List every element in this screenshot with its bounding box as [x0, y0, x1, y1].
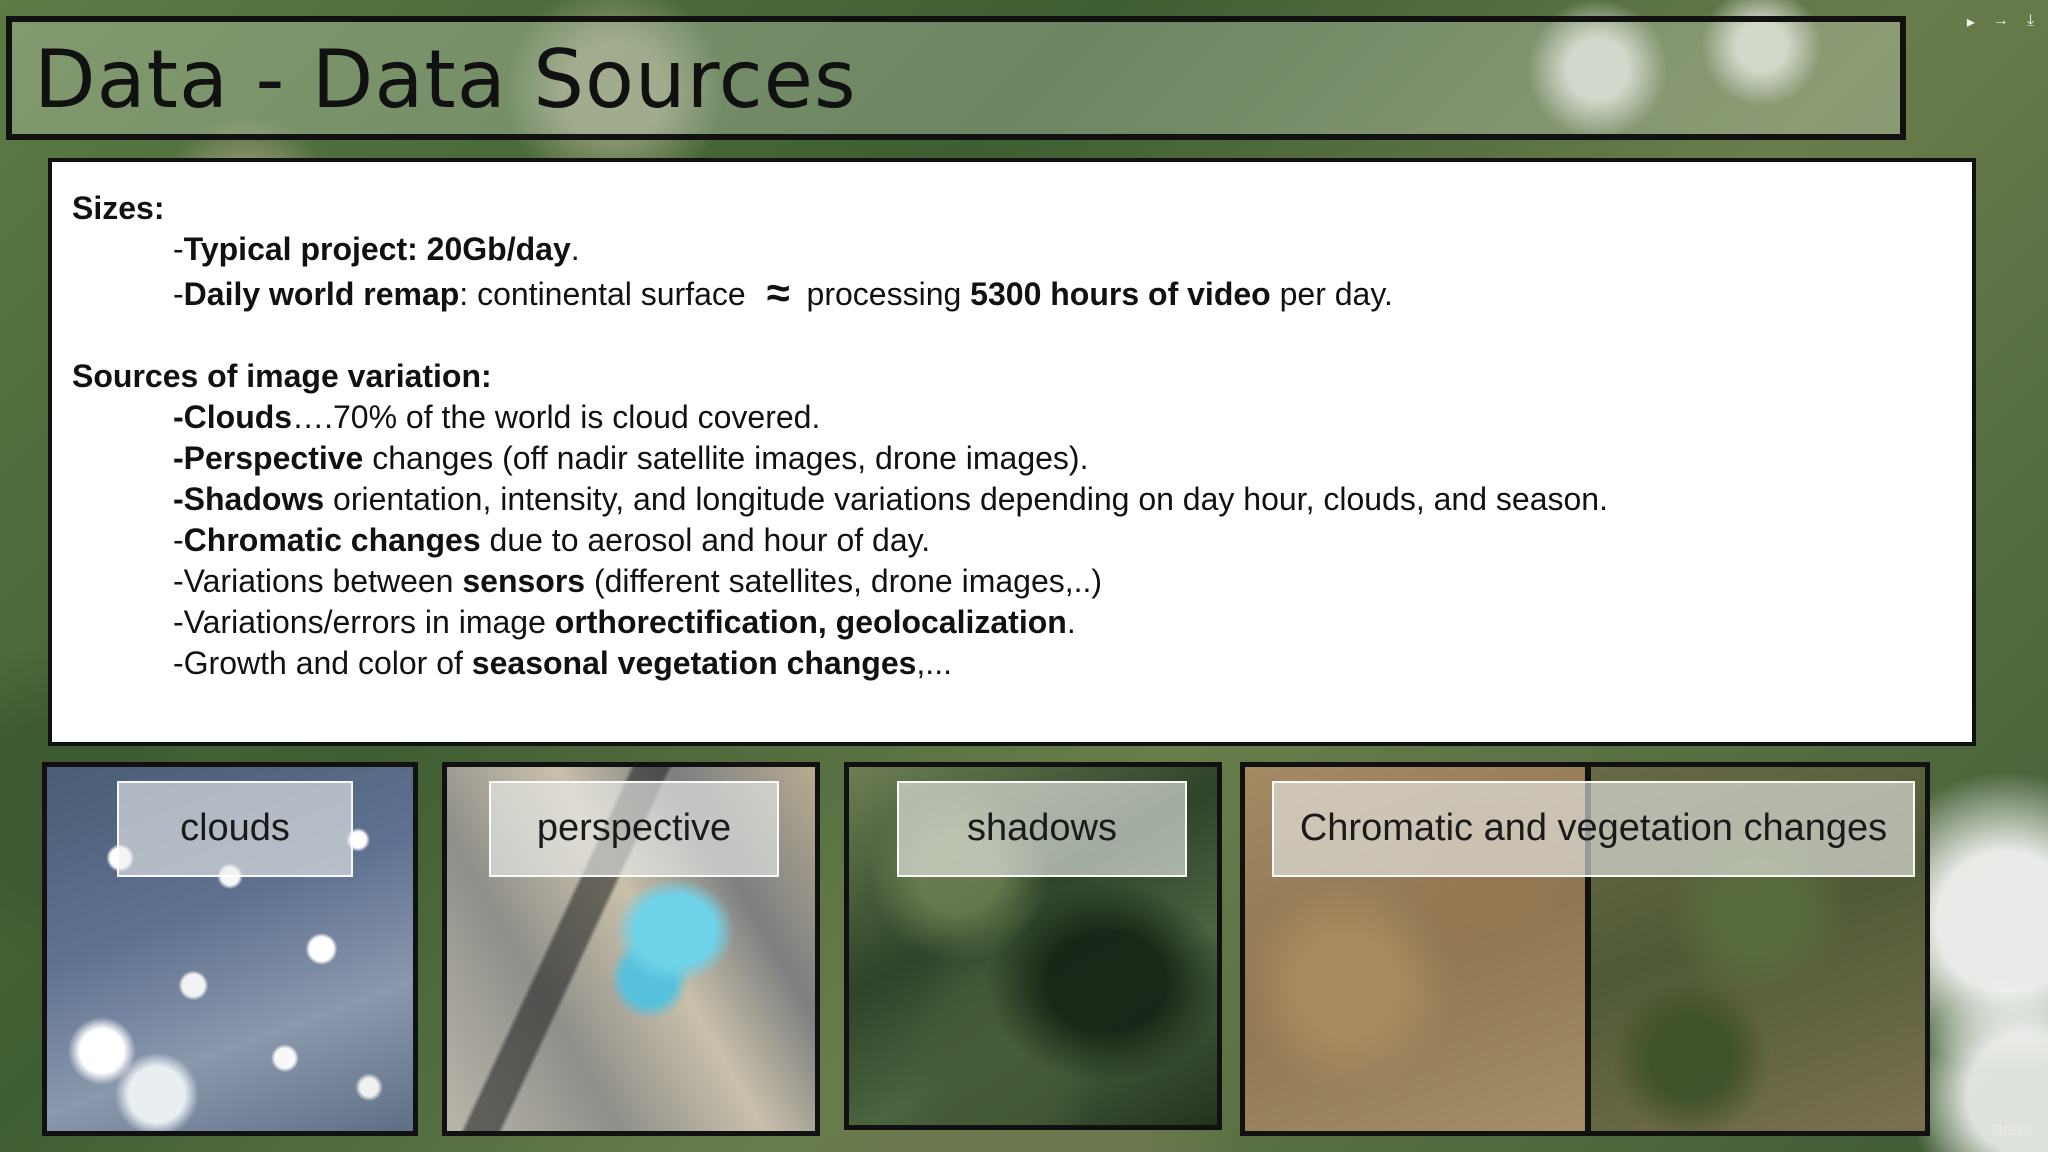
- text: (different satellites, drone images,..): [585, 563, 1103, 599]
- bold-text: -Perspective: [173, 440, 364, 476]
- page-title: Data - Data Sources: [34, 33, 857, 126]
- bold-text: Chromatic changes: [183, 522, 481, 558]
- content-box: Sizes: -Typical project: 20Gb/day. -Daily…: [48, 158, 1976, 746]
- download-icon[interactable]: ⤓: [2027, 12, 2034, 32]
- sizes-list: -Typical project: 20Gb/day. -Daily world …: [72, 229, 1954, 315]
- bold-text: orthorectification, geolocalization: [554, 604, 1067, 640]
- perspective-label: perspective: [489, 781, 779, 877]
- bold-text: sensors: [462, 563, 586, 599]
- text: due to aerosol and hour of day.: [480, 522, 931, 558]
- map-country-label: Brazil: [1991, 1122, 2032, 1139]
- text: -Variations/errors in image: [173, 604, 555, 640]
- text: per day.: [1270, 276, 1393, 312]
- chromatic-image-panel: Chromatic and vegetation changes: [1240, 762, 1930, 1136]
- text: .: [570, 231, 580, 267]
- chromatic-label: Chromatic and vegetation changes: [1272, 781, 1915, 877]
- size-item: -Daily world remap: continental surface …: [173, 270, 1954, 315]
- variation-item: -Variations/errors in image orthorectifi…: [173, 602, 1954, 643]
- play-icon[interactable]: ▸: [1967, 12, 1975, 32]
- text: -: [173, 231, 184, 267]
- variation-list: -Clouds….70% of the world is cloud cover…: [72, 397, 1954, 684]
- size-item: -Typical project: 20Gb/day.: [173, 229, 1954, 270]
- text: ,...: [916, 645, 952, 681]
- bold-text: Typical project: 20Gb/day: [183, 231, 571, 267]
- sizes-heading: Sizes:: [72, 190, 165, 226]
- variation-item: -Growth and color of seasonal vegetation…: [173, 643, 1954, 684]
- next-icon[interactable]: →: [1993, 12, 2009, 32]
- text: orientation, intensity, and longitude va…: [324, 481, 1608, 517]
- text: : continental surface: [459, 276, 755, 312]
- variation-item: -Variations between sensors (different s…: [173, 561, 1954, 602]
- variation-heading: Sources of image variation:: [72, 358, 492, 394]
- variation-item: -Perspective changes (off nadir satellit…: [173, 438, 1954, 479]
- variation-item: -Shadows orientation, intensity, and lon…: [173, 479, 1954, 520]
- title-box: Data - Data Sources: [6, 16, 1906, 140]
- text: changes (off nadir satellite images, dro…: [363, 440, 1089, 476]
- bold-text: -Shadows: [173, 481, 325, 517]
- shadows-label: shadows: [897, 781, 1187, 877]
- text: -: [173, 522, 184, 558]
- bold-text: seasonal vegetation changes: [471, 645, 917, 681]
- bold-text: 5300 hours of video: [970, 276, 1271, 312]
- shadows-image-panel: shadows: [844, 762, 1222, 1130]
- variation-item: -Clouds….70% of the world is cloud cover…: [173, 397, 1954, 438]
- text: -Variations between: [173, 563, 463, 599]
- clouds-image-panel: clouds: [42, 762, 418, 1136]
- clouds-label: clouds: [117, 781, 353, 877]
- text: processing: [797, 276, 971, 312]
- text: ….70% of the world is cloud covered.: [292, 399, 821, 435]
- variation-item: -Chromatic changes due to aerosol and ho…: [173, 520, 1954, 561]
- presentation-controls: ▸ → ⤓: [1967, 12, 2034, 32]
- text: -: [173, 276, 184, 312]
- text: .: [1066, 604, 1076, 640]
- approx-symbol: ≈: [766, 269, 790, 316]
- perspective-image-panel: perspective: [442, 762, 820, 1136]
- bold-text: Daily world remap: [183, 276, 460, 312]
- text: -Growth and color of: [173, 645, 472, 681]
- bold-text: -Clouds: [173, 399, 293, 435]
